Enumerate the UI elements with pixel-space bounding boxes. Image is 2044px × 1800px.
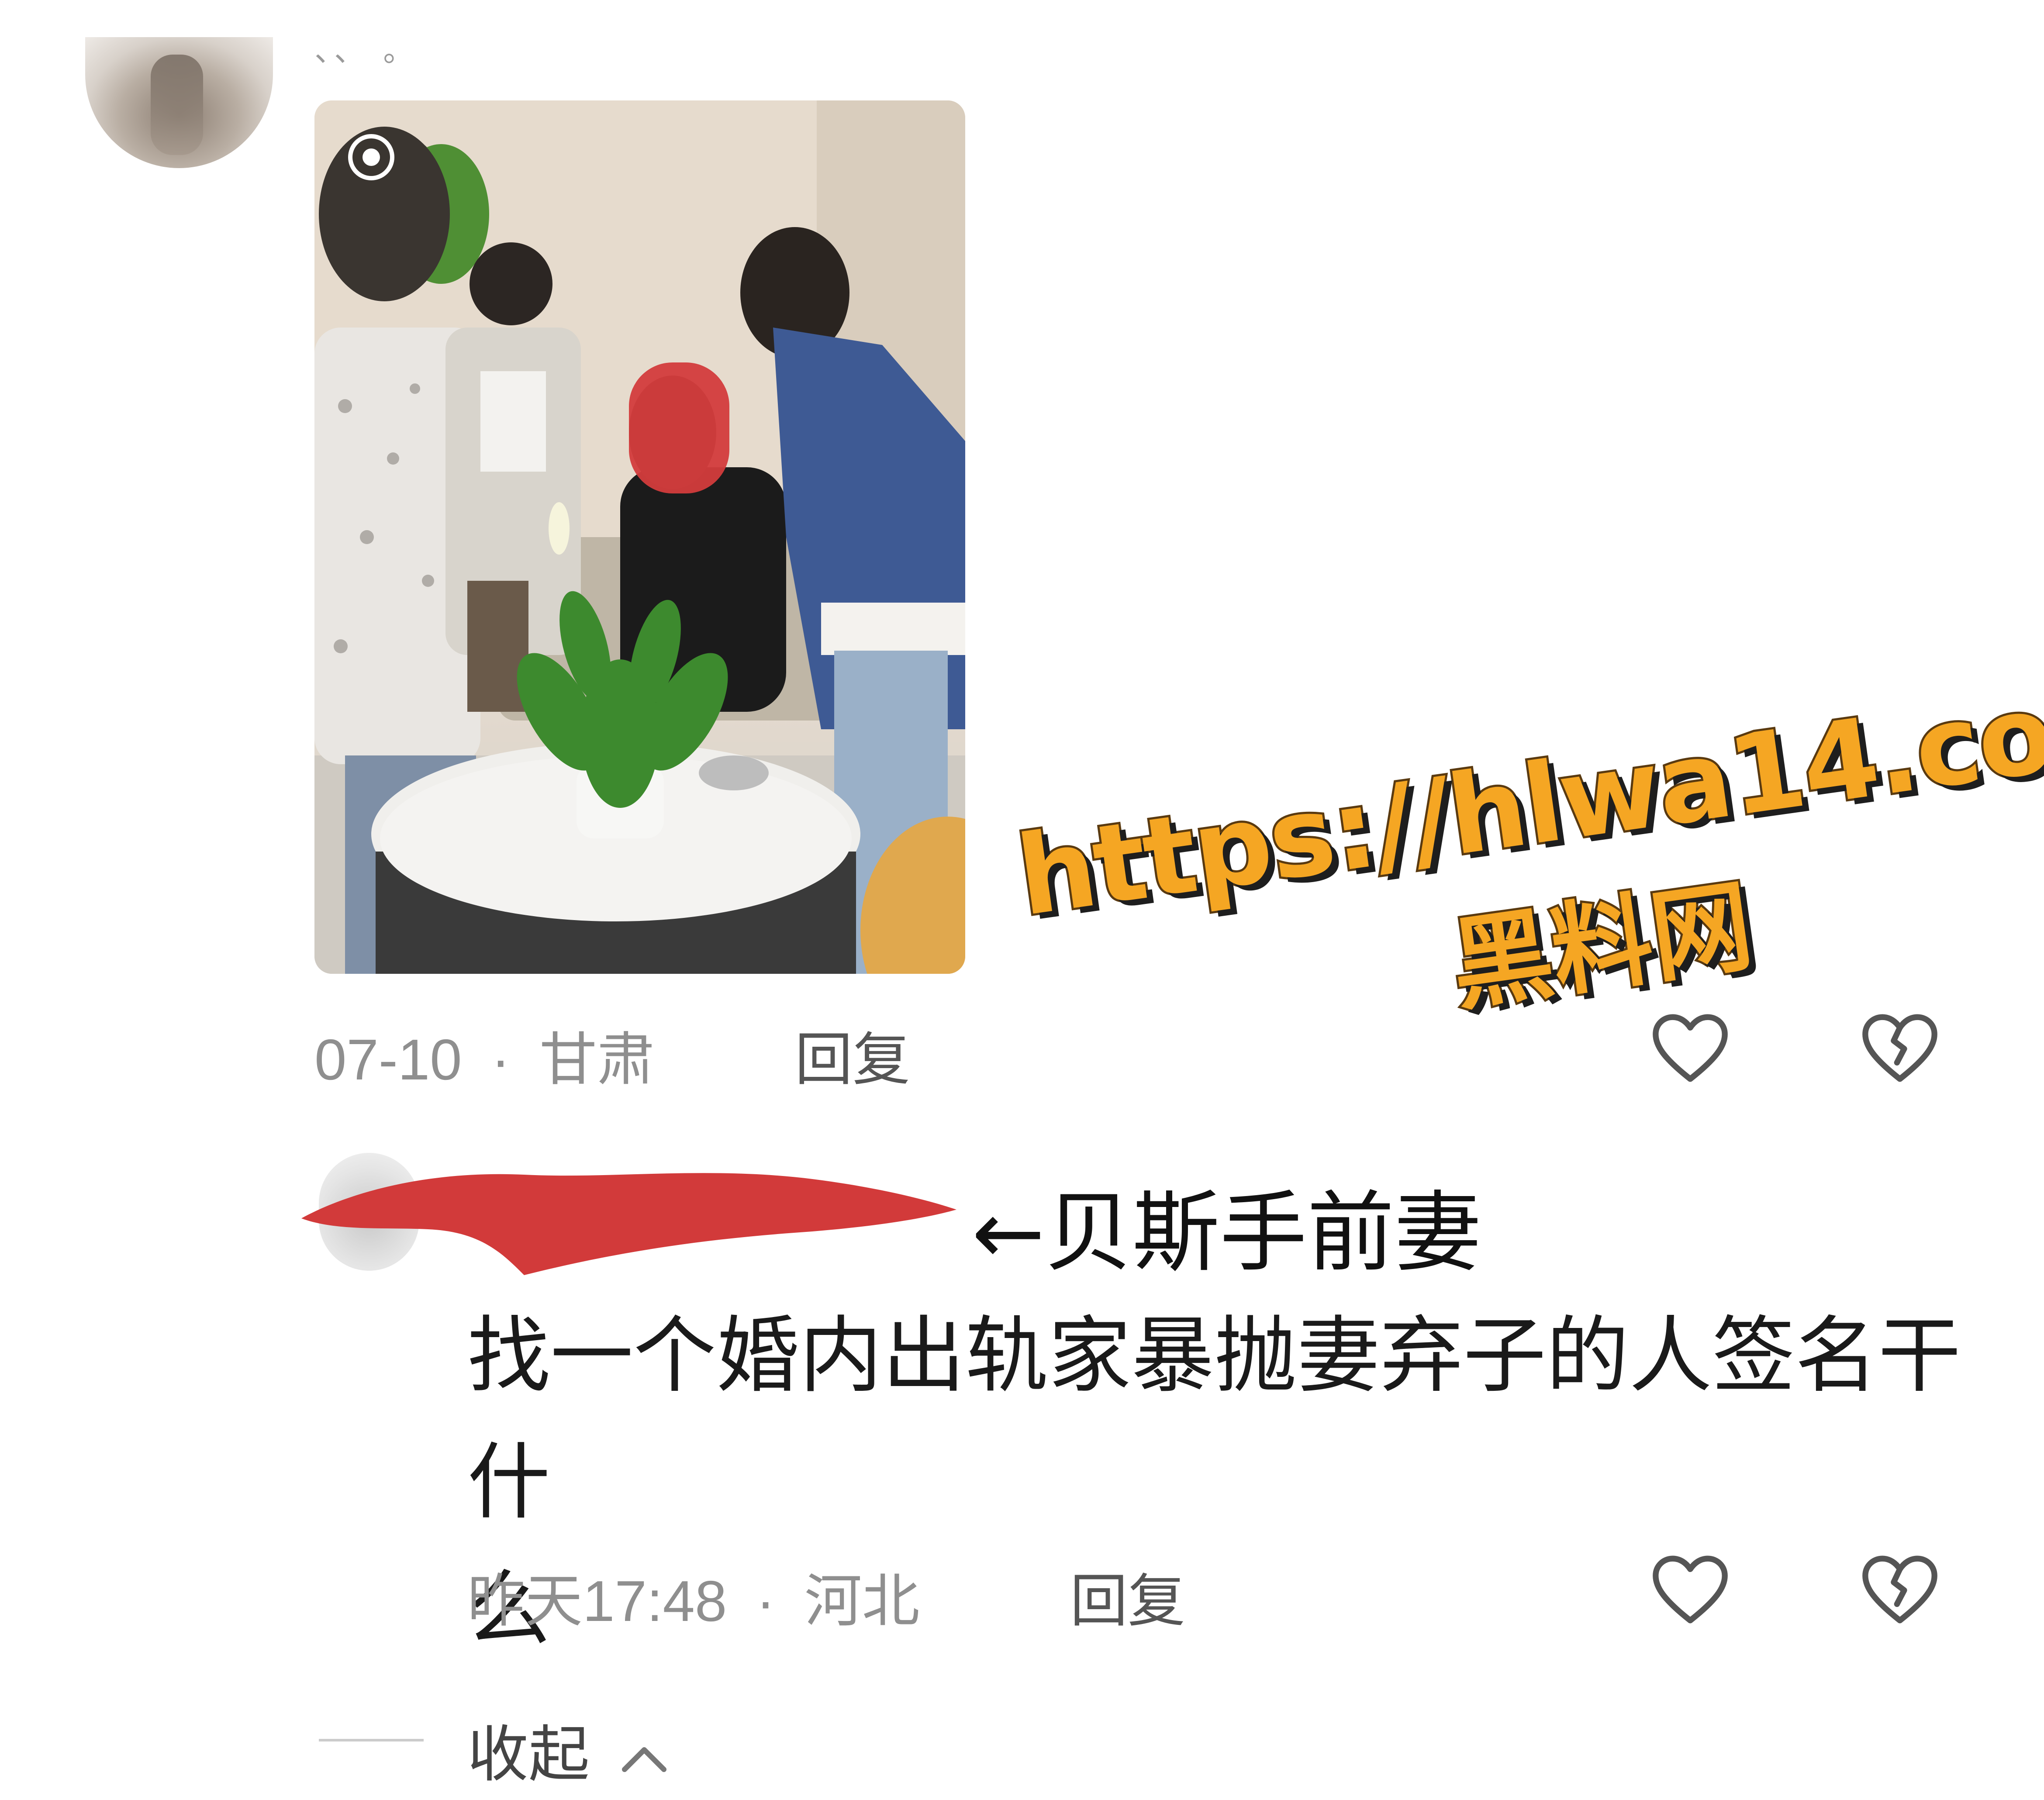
avatar-photo [151, 55, 203, 155]
username[interactable]: 、、 。 [314, 26, 418, 70]
heart-outline-icon [1653, 1014, 1728, 1082]
comment-date: 昨天17:48 [467, 1569, 727, 1633]
annotation-label: ←贝斯手前妻 [972, 1182, 1482, 1284]
meta-separator: · [756, 1569, 775, 1633]
redaction-mark [297, 1144, 961, 1286]
broken-heart-icon [1862, 1555, 1937, 1624]
reply-button[interactable]: 回复 [795, 1013, 910, 1097]
comment-location: 河北 [804, 1569, 920, 1633]
broken-heart-icon [1862, 1014, 1937, 1082]
collapse-divider [319, 1739, 424, 1741]
like-button[interactable] [1647, 1004, 1734, 1092]
heart-outline-icon [1653, 1555, 1728, 1624]
chevron-up-icon [621, 1747, 666, 1772]
collapse-button[interactable]: 收起 [467, 1705, 670, 1793]
reply-button[interactable]: 回复 [1070, 1555, 1185, 1638]
comment-location: 甘肃 [539, 1028, 655, 1092]
avatar[interactable] [85, 37, 273, 168]
photo-scene [314, 100, 965, 974]
dislike-button[interactable] [1856, 1004, 1944, 1092]
comment-image[interactable] [314, 100, 965, 974]
dislike-button[interactable] [1856, 1546, 1944, 1633]
comment-meta: 昨天17:48 · 河北 [467, 1555, 920, 1638]
comment-meta: 07-10 · 甘肃 [314, 1013, 655, 1097]
collapse-label: 收起 [467, 1719, 590, 1790]
comment-date: 07-10 [314, 1028, 462, 1092]
red-scribble [301, 1173, 956, 1275]
like-button[interactable] [1647, 1546, 1734, 1633]
comment-text-line: 找一个婚内出轨家暴抛妻弃子的人签名干什 [467, 1307, 1961, 1531]
meta-separator: · [491, 1028, 511, 1092]
